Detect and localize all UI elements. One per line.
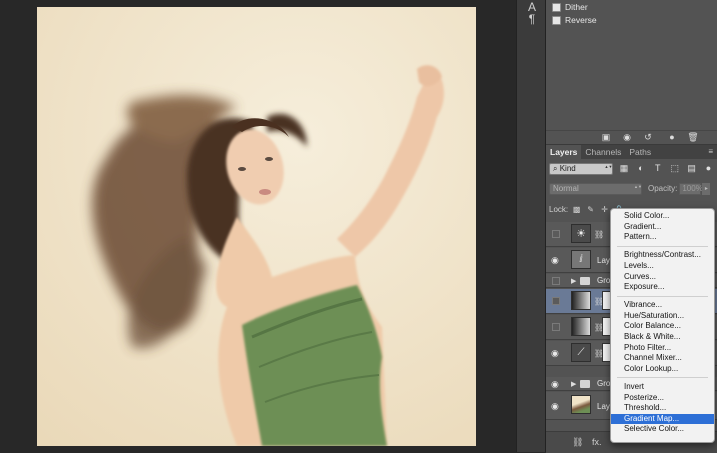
view-previous-icon[interactable]: ◉ [621, 132, 633, 143]
reverse-checkbox[interactable] [552, 15, 561, 25]
layer-thumbnail: ⅈ [571, 250, 591, 269]
opacity-input[interactable]: 100% [679, 182, 703, 195]
lock-pixels-icon[interactable]: ✎ [586, 205, 595, 214]
clip-to-layer-icon[interactable]: ▣ [600, 132, 612, 143]
document-canvas-area[interactable] [0, 0, 516, 452]
shape-filter-icon[interactable]: ⬚ [669, 163, 680, 174]
properties-panel: Dither Reverse [546, 0, 717, 130]
group-name: Gro [597, 276, 611, 285]
properties-footer: ▣ ◉ ↺ ● 🗑 [546, 130, 717, 144]
visibility-toggle[interactable] [552, 277, 560, 285]
adjustment-filter-icon[interactable]: ◐ [635, 163, 646, 174]
menu-item[interactable]: Channel Mixer... [611, 353, 714, 364]
opacity-dropdown-icon[interactable]: ▸ [702, 182, 711, 195]
panel-dock-strip: A ¶ [516, 0, 546, 452]
eye-icon[interactable]: ◉ [551, 256, 561, 265]
smart-object-filter-icon[interactable]: ▤ [686, 163, 697, 174]
dither-checkbox[interactable] [552, 2, 561, 12]
type-filter-icon[interactable]: T [652, 163, 663, 174]
menu-item[interactable]: Color Balance... [611, 321, 714, 332]
menu-item[interactable]: Exposure... [611, 282, 714, 293]
exposure-adjustment-icon: ☀ [571, 224, 591, 243]
eye-icon[interactable]: ◉ [551, 380, 561, 389]
menu-item[interactable]: Selective Color... [611, 424, 714, 435]
menu-separator [617, 377, 708, 379]
menu-item[interactable]: Gradient Map... [611, 413, 714, 425]
layer-name: Lay [597, 256, 610, 265]
menu-item[interactable]: Black & White... [611, 332, 714, 343]
menu-item[interactable]: Posterize... [611, 393, 714, 404]
reset-icon[interactable]: ↺ [642, 132, 654, 143]
trash-icon[interactable]: 🗑 [687, 132, 699, 143]
visibility-icon[interactable]: ● [666, 132, 678, 143]
visibility-toggle[interactable] [552, 297, 560, 305]
menu-item[interactable]: Photo Filter... [611, 343, 714, 354]
menu-item[interactable]: Invert [611, 382, 714, 393]
filter-toggle-icon[interactable]: ● [703, 163, 714, 174]
dither-option[interactable]: Dither [552, 0, 588, 14]
expand-triangle-icon[interactable]: ▶ [571, 277, 576, 285]
photo-illustration [37, 7, 476, 446]
menu-item[interactable]: Pattern... [611, 232, 714, 243]
gradient-map-icon [571, 317, 591, 336]
gradient-map-icon [571, 291, 591, 310]
paragraph-icon[interactable]: ¶ [524, 12, 540, 26]
filter-kind-label: Kind [559, 163, 576, 173]
layer-style-icon[interactable]: fx. [592, 437, 602, 447]
expand-triangle-icon[interactable]: ▶ [571, 380, 576, 388]
dither-label: Dither [565, 2, 588, 12]
tab-paths[interactable]: Paths [625, 145, 655, 159]
link-icon: ⛓ [594, 297, 605, 306]
group-name: Gro [597, 379, 611, 388]
menu-item[interactable]: Levels... [611, 261, 714, 272]
menu-item[interactable]: Vibrance... [611, 300, 714, 311]
photo-thumbnail [571, 395, 591, 414]
lock-label: Lock: [549, 204, 569, 214]
menu-item[interactable]: Solid Color... [611, 211, 714, 222]
eye-icon[interactable]: ◉ [551, 402, 561, 411]
blend-mode-select[interactable]: Normal [549, 182, 642, 195]
tab-layers[interactable]: Layers [546, 145, 582, 159]
menu-item[interactable]: Gradient... [611, 222, 714, 233]
tab-channels[interactable]: Channels [581, 145, 625, 159]
menu-item[interactable]: Color Lookup... [611, 364, 714, 375]
lock-position-icon[interactable]: ✛ [600, 205, 609, 214]
layers-panel-tabs: Layers Channels Paths ≡ [546, 145, 717, 159]
link-layers-icon[interactable]: ⛓ [572, 437, 583, 448]
reverse-option[interactable]: Reverse [552, 13, 597, 27]
lock-transparency-icon[interactable]: ▩ [572, 205, 581, 214]
folder-icon [580, 277, 590, 285]
menu-item[interactable]: Hue/Saturation... [611, 311, 714, 322]
document-image[interactable] [37, 7, 476, 446]
link-icon: ⛓ [594, 230, 605, 239]
menu-item[interactable]: Brightness/Contrast... [611, 250, 714, 261]
eye-icon[interactable]: ◉ [551, 349, 561, 358]
menu-separator [617, 295, 708, 297]
adjustment-layer-menu: Solid Color... Gradient... Pattern... Brigh… [610, 208, 715, 443]
filter-kind-select[interactable]: ⌕ Kind [549, 162, 613, 175]
visibility-toggle[interactable] [552, 230, 560, 238]
reverse-label: Reverse [565, 15, 597, 25]
link-icon: ⛓ [594, 349, 605, 358]
folder-icon [580, 380, 590, 388]
menu-separator [617, 245, 708, 247]
visibility-toggle[interactable] [552, 323, 560, 331]
curves-adjustment-icon: ⟋ [571, 343, 591, 362]
pixel-filter-icon[interactable]: ▦ [619, 163, 630, 174]
search-icon: ⌕ [553, 163, 558, 173]
panel-menu-icon[interactable]: ≡ [708, 147, 713, 156]
menu-item[interactable]: Curves... [611, 272, 714, 283]
menu-item[interactable]: Threshold... [611, 403, 714, 414]
filter-row: ⌕ Kind ▦ ◐ T ⬚ ▤ ● [549, 162, 714, 175]
link-icon: ⛓ [594, 323, 605, 332]
opacity-label: Opacity: [648, 184, 678, 193]
blend-row: Normal Opacity: 100% ▸ [549, 182, 714, 195]
